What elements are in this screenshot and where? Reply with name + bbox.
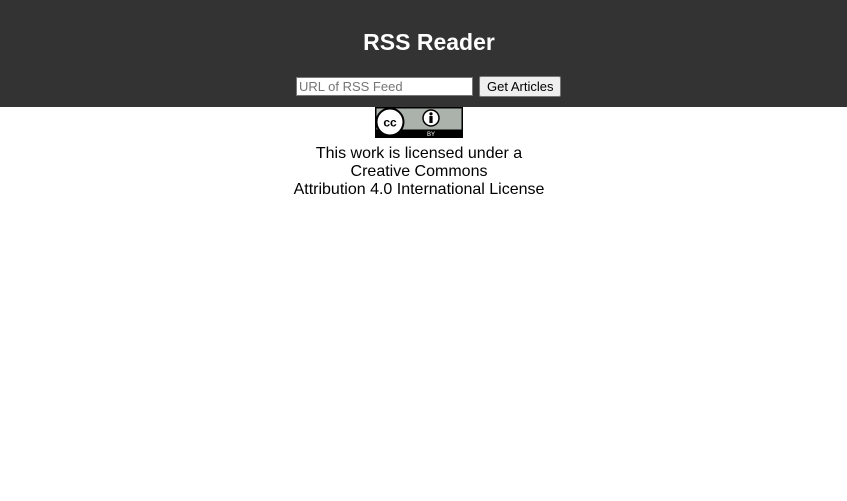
license-link-line-3[interactable]: Attribution 4.0 International License bbox=[294, 181, 545, 198]
cc-by-badge-icon: cc BY bbox=[375, 107, 463, 138]
cc-by-label: BY bbox=[427, 132, 435, 138]
license-text: This work is licensed under a Creative C… bbox=[0, 145, 838, 199]
page-title: RSS Reader bbox=[363, 29, 495, 55]
license-link-line-2[interactable]: Creative Commons bbox=[351, 163, 488, 180]
header-bar: RSS Reader Get Articles bbox=[0, 0, 847, 107]
svg-text:cc: cc bbox=[383, 116, 397, 130]
feed-form: Get Articles bbox=[296, 76, 562, 97]
license-line-1: This work is licensed under a bbox=[315, 145, 523, 162]
get-articles-button[interactable]: Get Articles bbox=[479, 76, 562, 97]
rss-url-input[interactable] bbox=[296, 77, 473, 96]
license-section: cc BY This work is licensed under a Crea… bbox=[0, 107, 838, 199]
cc-license-link[interactable]: cc BY bbox=[375, 107, 463, 143]
